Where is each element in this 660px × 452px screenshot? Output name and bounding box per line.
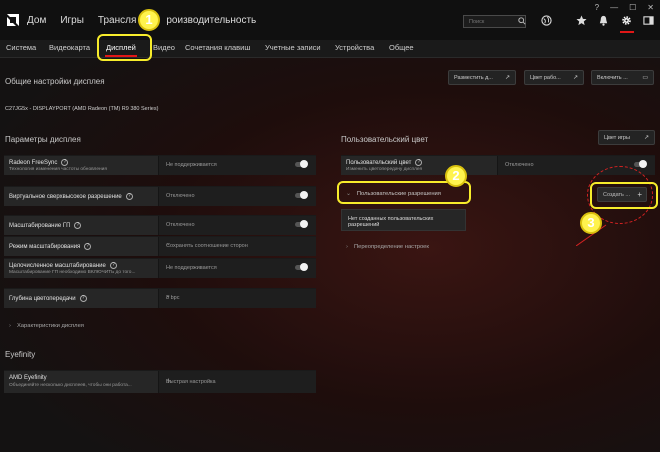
help-icon[interactable]: ? <box>109 262 117 269</box>
eyefinity-quick-setup[interactable]: Быстрая настройка + <box>158 371 316 393</box>
nav-performance[interactable]: роизводительность <box>166 15 256 26</box>
custom-resolutions-panel: Нет созданных пользовательских разрешени… <box>341 209 466 231</box>
freesync-sub: Технология изменения частоты обновления <box>9 167 107 172</box>
gear-icon[interactable] <box>621 15 632 26</box>
color-depth-row: Глубина цветопередачи? 8 bpc ⌄ <box>4 288 316 308</box>
scaling-mode-label: Режим масштабирования <box>9 244 81 251</box>
chevron-right-icon: › <box>346 244 348 250</box>
color-depth-select[interactable]: 8 bpc ⌄ <box>158 289 316 308</box>
freesync-row: Radeon FreeSync? Технология изменения ча… <box>4 155 316 175</box>
external-link-icon: ↗ <box>572 75 578 81</box>
help-icon[interactable]: ? <box>74 222 82 229</box>
display-params-title: Параметры дисплея <box>5 135 81 144</box>
arrange-displays-button[interactable]: Разместить д... ↗ <box>448 70 516 85</box>
display-characteristics-expander[interactable]: › Характеристики дисплея <box>9 323 84 329</box>
gpu-scaling-toggle[interactable] <box>295 220 308 228</box>
eyefinity-row: AMD Eyefinity Объединяйте несколько дисп… <box>4 370 316 393</box>
sidebar-toggle-icon[interactable] <box>643 15 654 26</box>
highlight-display-tab <box>97 34 152 61</box>
color-depth-label: Глубина цветопередачи <box>9 296 76 303</box>
eyefinity-title: Eyefinity <box>5 350 36 359</box>
external-link-icon: ↗ <box>643 135 649 141</box>
external-link-icon: ↗ <box>504 75 510 81</box>
step-badge-1: 1 <box>138 9 160 31</box>
step-badge-3: 3 <box>580 212 602 234</box>
maximize-button[interactable]: ☐ <box>629 3 636 12</box>
tab-devices[interactable]: Устройства <box>335 43 374 52</box>
nav-home[interactable]: Дом <box>27 15 46 26</box>
globe-icon[interactable] <box>541 15 552 26</box>
vsr-row: Виртуальное сверхвысокое разрешение? Отк… <box>4 186 316 206</box>
minimize-button[interactable]: — <box>610 3 618 12</box>
help-icon[interactable]: ? <box>125 193 133 200</box>
chevron-down-icon: ⌄ <box>166 293 171 299</box>
integer-scaling-toggle[interactable] <box>295 263 308 271</box>
plus-icon: + <box>166 376 172 386</box>
help-icon[interactable]: ? <box>84 243 92 250</box>
tab-general[interactable]: Общее <box>389 43 414 52</box>
amd-logo-icon[interactable] <box>6 13 20 27</box>
desktop-color-button[interactable]: Цвет рабо... ↗ <box>524 70 584 85</box>
integer-scaling-label: Целочисленное масштабирование <box>9 263 106 270</box>
custom-color-value: Отключено <box>505 162 534 168</box>
tab-hotkeys[interactable]: Сочетания клавиш <box>185 43 250 52</box>
gpu-scaling-label: Масштабирование ГП <box>9 223 71 230</box>
override-settings-label: Переопределение настроек <box>353 244 429 250</box>
integer-scaling-value: Не поддерживается <box>166 265 217 271</box>
general-settings-title: Общие настройки дисплея <box>5 77 105 86</box>
enable-label: Включить ... <box>597 75 628 81</box>
integer-scaling-sub: Масштабирование ГП необходимо ВКЛЮЧИТЬ д… <box>9 270 136 275</box>
monitor-name: C27JG5x - DISPLAYPORT (AMD Radeon (TM) R… <box>5 106 159 112</box>
search-icon <box>518 17 526 25</box>
vsr-label: Виртуальное сверхвысокое разрешение <box>9 194 122 201</box>
help-icon[interactable]: ? <box>595 3 599 12</box>
tab-video[interactable]: Видео <box>153 43 175 52</box>
settings-active-indicator <box>620 31 634 33</box>
gpu-scaling-value: Отключено <box>166 222 195 228</box>
no-resolutions-text: Нет созданных пользовательских разрешени… <box>348 216 434 228</box>
vsr-toggle[interactable] <box>295 191 308 199</box>
freesync-label: Radeon FreeSync <box>9 160 58 167</box>
display-characteristics-label: Характеристики дисплея <box>16 323 84 329</box>
nav-games[interactable]: Игры <box>60 15 84 26</box>
help-icon[interactable]: ? <box>61 159 69 166</box>
bell-icon[interactable] <box>598 15 609 26</box>
help-icon[interactable]: ? <box>415 159 423 166</box>
scaling-mode-row: Режим масштабирования? Сохранять соотнош… <box>4 236 316 256</box>
enable-button[interactable]: Включить ... ▭ <box>591 70 654 85</box>
desktop-color-label: Цвет рабо... <box>530 75 561 81</box>
highlight-create-button <box>590 182 658 209</box>
chevron-right-icon: › <box>9 323 11 329</box>
nav-streaming[interactable]: Трансля <box>98 15 136 26</box>
freesync-toggle[interactable] <box>295 160 308 168</box>
monitor-icon: ▭ <box>642 75 648 81</box>
override-settings-expander[interactable]: › Переопределение настроек <box>346 244 429 250</box>
eyefinity-sub: Объединяйте несколько дисплеев, чтобы он… <box>9 383 132 388</box>
tab-accounts[interactable]: Учетные записи <box>265 43 321 52</box>
custom-color-sub: Изменить цветопередачу дисплея <box>346 167 423 172</box>
game-color-label: Цвет игры <box>604 135 630 141</box>
eyefinity-label: AMD Eyefinity <box>9 375 47 381</box>
arrange-displays-label: Разместить д... <box>454 75 493 81</box>
custom-color-label: Пользовательский цвет <box>346 160 412 167</box>
vsr-value: Отключено <box>166 193 195 199</box>
star-icon[interactable] <box>576 15 587 26</box>
close-button[interactable]: ✕ <box>647 3 654 12</box>
tab-system[interactable]: Система <box>6 43 36 52</box>
help-icon[interactable]: ? <box>79 295 87 302</box>
custom-color-toggle[interactable] <box>634 160 647 168</box>
tab-videocard[interactable]: Видеокарта <box>49 43 90 52</box>
freesync-value: Не поддерживается <box>166 162 217 168</box>
custom-color-title: Пользовательский цвет <box>341 135 429 144</box>
scaling-mode-select[interactable]: Сохранять соотношение сторон ⌄ <box>158 237 316 256</box>
search-input[interactable] <box>463 15 526 28</box>
gpu-scaling-row: Масштабирование ГП? Отключено <box>4 215 316 235</box>
game-color-button[interactable]: Цвет игры ↗ <box>598 130 655 145</box>
chevron-down-icon: ⌄ <box>166 241 171 247</box>
window-controls: ? — ☐ ✕ <box>595 3 654 12</box>
step-badge-2: 2 <box>445 165 467 187</box>
integer-scaling-row: Целочисленное масштабирование? Масштабир… <box>4 258 316 278</box>
